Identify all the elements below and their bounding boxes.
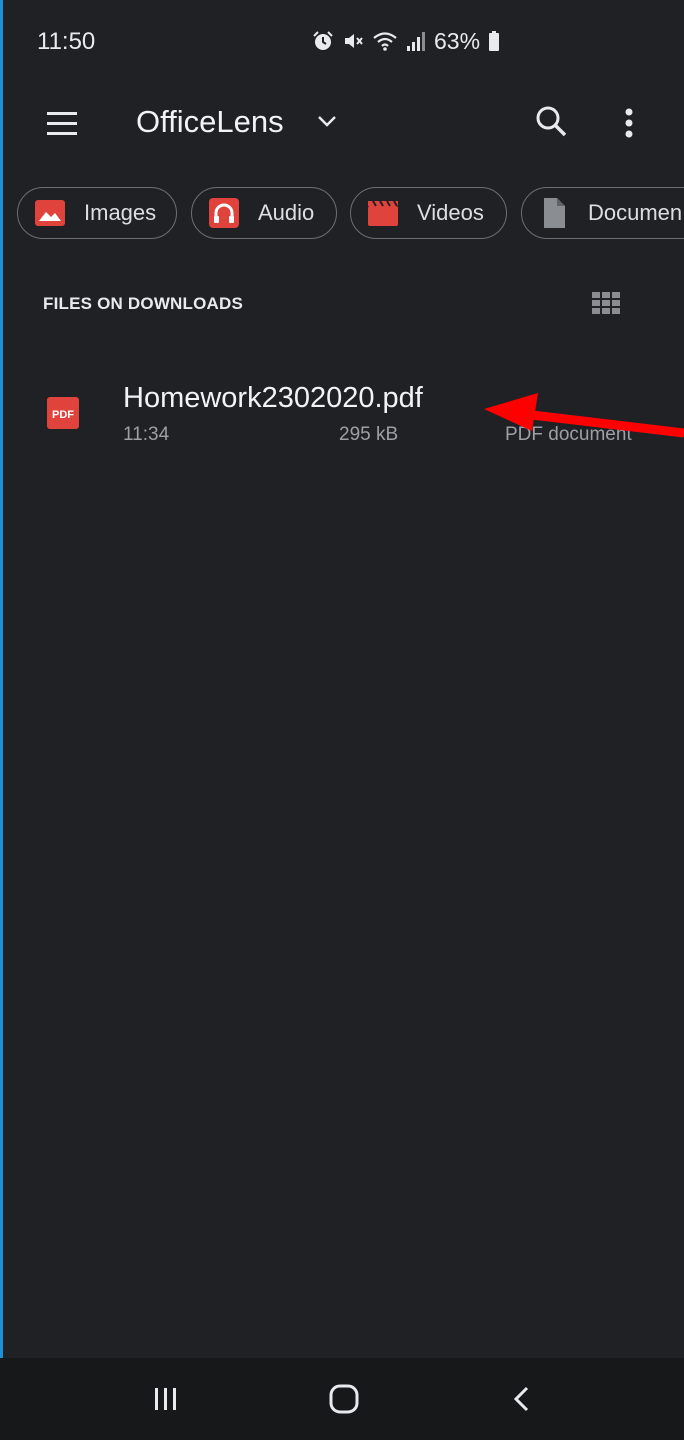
signal-icon bbox=[407, 32, 425, 51]
pdf-icon: PDF bbox=[47, 397, 79, 429]
document-icon bbox=[544, 198, 565, 228]
back-icon[interactable] bbox=[508, 1384, 536, 1414]
recent-apps-icon[interactable] bbox=[150, 1384, 182, 1414]
status-icons: 63% bbox=[312, 26, 500, 56]
headphones-icon bbox=[209, 198, 239, 228]
app-bar: OfficeLens bbox=[0, 84, 684, 164]
status-bar: 11:50 63% bbox=[0, 0, 684, 84]
status-time: 11:50 bbox=[37, 28, 96, 55]
chevron-down-icon[interactable] bbox=[312, 106, 342, 136]
chip-label: Images bbox=[84, 200, 157, 225]
wifi-icon bbox=[373, 32, 397, 51]
file-size: 295 kB bbox=[339, 424, 399, 445]
menu-icon[interactable] bbox=[38, 104, 86, 144]
home-icon[interactable] bbox=[327, 1382, 361, 1416]
file-time: 11:34 bbox=[123, 424, 170, 445]
battery-percent: 63% bbox=[434, 27, 481, 54]
navigation-bar bbox=[0, 1358, 684, 1440]
search-icon[interactable] bbox=[531, 101, 571, 141]
more-vert-icon[interactable] bbox=[612, 101, 646, 147]
chip-label: Documen bbox=[588, 200, 683, 225]
category-chips: Images Audio Videos Documen bbox=[0, 187, 684, 243]
chip-label: Audio bbox=[258, 200, 315, 225]
section-title: FILES ON DOWNLOADS bbox=[43, 294, 244, 313]
chip-audio[interactable]: Audio bbox=[191, 187, 337, 239]
chip-label: Videos bbox=[417, 200, 484, 225]
folder-title[interactable]: OfficeLens bbox=[136, 104, 284, 140]
chip-documents[interactable]: Documen bbox=[521, 187, 684, 239]
video-icon bbox=[368, 200, 398, 226]
mute-icon bbox=[345, 34, 363, 48]
file-name: Homework2302020.pdf bbox=[123, 382, 423, 414]
pdf-icon-label: PDF bbox=[52, 409, 74, 421]
alarm-icon bbox=[313, 31, 333, 50]
annotation-arrow bbox=[484, 393, 684, 438]
chip-images[interactable]: Images bbox=[17, 187, 177, 239]
battery-icon bbox=[489, 31, 500, 51]
grid-view-icon[interactable] bbox=[591, 290, 621, 316]
image-icon bbox=[35, 200, 65, 226]
chip-videos[interactable]: Videos bbox=[350, 187, 507, 239]
